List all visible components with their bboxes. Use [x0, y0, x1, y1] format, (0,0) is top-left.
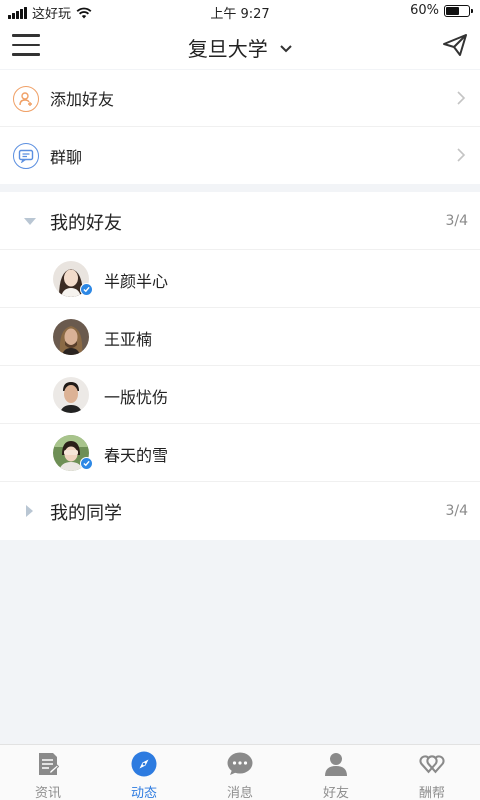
triangle-down-icon: [24, 218, 36, 225]
status-time: 上午 9:27: [210, 7, 270, 22]
verified-badge-icon: [80, 457, 93, 470]
nav-bar: 复旦大学: [0, 22, 480, 69]
group-chat-row[interactable]: 群聊: [0, 127, 480, 184]
news-doc-icon: [35, 751, 61, 777]
chevron-right-icon: [457, 148, 466, 162]
chevron-down-icon: [280, 45, 292, 53]
friend-row[interactable]: 王亚楠: [0, 308, 480, 366]
chat-bubble-icon: [227, 751, 253, 777]
group-header-friends[interactable]: 我的好友 3/4: [0, 192, 480, 250]
friend-row[interactable]: 半颜半心: [0, 250, 480, 308]
tab-label: 动态: [130, 786, 157, 800]
triangle-right-icon: [26, 505, 33, 517]
school-selector[interactable]: 复旦大学: [0, 33, 480, 62]
add-friend-row[interactable]: 添加好友: [0, 70, 480, 127]
group-count: 3/4: [445, 503, 468, 519]
compass-icon: [131, 751, 157, 777]
friend-name: 王亚楠: [104, 330, 153, 349]
friend-name: 春天的雪: [104, 446, 169, 465]
avatar: [53, 319, 89, 355]
battery-percent: 60%: [410, 3, 439, 18]
verified-badge-icon: [80, 283, 93, 296]
friend-name: 一版忧伤: [104, 388, 169, 407]
tab-feed[interactable]: 动态: [96, 745, 192, 800]
paper-plane-icon[interactable]: [442, 33, 468, 57]
group-chat-label: 群聊: [50, 147, 83, 167]
tab-news[interactable]: 资讯: [0, 745, 96, 800]
friend-row[interactable]: 一版忧伤: [0, 366, 480, 424]
friend-row[interactable]: 春天的雪: [0, 424, 480, 482]
group-title: 我的好友: [50, 213, 122, 234]
tab-label: 消息: [226, 786, 253, 800]
tab-label: 酬帮: [418, 786, 445, 800]
battery-icon: [444, 4, 473, 17]
tab-label: 资讯: [34, 786, 61, 800]
friend-groups: 我的好友 3/4 半颜半心 王亚楠 一版忧伤 春天的雪 我的同学 3/4: [0, 192, 480, 540]
tab-friends[interactable]: 好友: [288, 745, 384, 800]
person-icon: [323, 751, 349, 777]
tab-bar: 资讯 动态 消息 好友 酬帮: [0, 744, 480, 800]
group-header-classmates[interactable]: 我的同学 3/4: [0, 482, 480, 540]
hearts-icon: [419, 751, 445, 777]
group-count: 3/4: [445, 213, 468, 229]
group-title: 我的同学: [50, 503, 122, 524]
group-chat-icon: [13, 143, 39, 169]
page-title: 复旦大学: [187, 37, 268, 61]
tab-label: 好友: [322, 786, 349, 800]
add-friend-label: 添加好友: [50, 90, 115, 109]
add-friend-icon: [13, 86, 39, 112]
avatar: [53, 377, 89, 413]
friend-name: 半颜半心: [104, 272, 169, 291]
tab-help[interactable]: 酬帮: [384, 745, 480, 800]
status-bar: 这好玩 上午 9:27 60%: [0, 0, 480, 22]
tab-messages[interactable]: 消息: [192, 745, 288, 800]
action-list: 添加好友 群聊: [0, 70, 480, 184]
chevron-right-icon: [457, 91, 466, 105]
